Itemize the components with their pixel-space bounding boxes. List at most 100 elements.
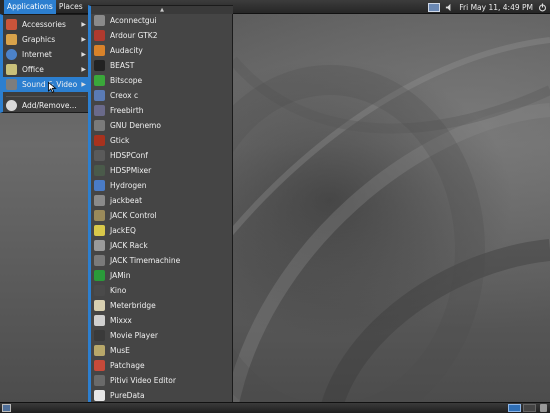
submenu-item-label: JACK Control [110, 211, 157, 220]
submenu-item-label: JACK Rack [110, 241, 148, 250]
applications-menu-button[interactable]: Applications [4, 0, 56, 14]
submenu-item-label: HDSPMixer [110, 166, 152, 175]
freebirth-icon [94, 105, 105, 116]
hdspconf-icon [94, 150, 105, 161]
submenu-item-label: PureData [110, 391, 145, 400]
show-desktop-icon[interactable] [2, 404, 11, 412]
submenu-item-label: Gtick [110, 136, 130, 145]
menu-item-office[interactable]: Office ▶ [3, 62, 90, 77]
submenu-item-jamin[interactable]: JAMin [91, 268, 233, 283]
jackeq-icon [94, 225, 105, 236]
submenu-item-puredata[interactable]: PureData [91, 388, 233, 403]
hydrogen-icon [94, 180, 105, 191]
clock[interactable]: Fri May 11, 4:49 PM [459, 3, 533, 12]
submenu-arrow-icon: ▶ [81, 51, 86, 58]
submenu-item-jackeq[interactable]: JackEQ [91, 223, 233, 238]
submenu-item-jackbeat[interactable]: jackbeat [91, 193, 233, 208]
jackbeat-icon [94, 195, 105, 206]
submenu-arrow-icon: ▶ [81, 36, 86, 43]
submenu-item-label: Pitivi Video Editor [110, 376, 176, 385]
submenu-item-bitscope[interactable]: Bitscope [91, 73, 233, 88]
submenu-item-hdspmixer[interactable]: HDSPMixer [91, 163, 233, 178]
gtick-icon [94, 135, 105, 146]
submenu-item-label: Hydrogen [110, 181, 147, 190]
submenu-item-ardour-gtk2[interactable]: Ardour GTK2 [91, 28, 233, 43]
audacity-icon [94, 45, 105, 56]
submenu-item-mixxx[interactable]: Mixxx [91, 313, 233, 328]
submenu-arrow-icon: ▶ [81, 66, 86, 73]
creox-icon [94, 90, 105, 101]
submenu-item-label: Ardour GTK2 [110, 31, 158, 40]
submenu-item-label: Creox c [110, 91, 139, 100]
submenu-item-label: JAMin [110, 271, 131, 280]
office-icon [6, 64, 17, 75]
submenu-item-label: Audacity [110, 46, 143, 55]
submenu-item-hdspconf[interactable]: HDSPConf [91, 148, 233, 163]
workspace-1[interactable] [508, 404, 521, 412]
meterbridge-icon [94, 300, 105, 311]
kino-icon [94, 285, 105, 296]
submenu-item-label: Movie Player [110, 331, 158, 340]
submenu-item-audacity[interactable]: Audacity [91, 43, 233, 58]
submenu-item-jack-rack[interactable]: JACK Rack [91, 238, 233, 253]
graphics-icon [6, 34, 17, 45]
submenu-item-label: Bitscope [110, 76, 143, 85]
places-menu-button[interactable]: Places [56, 0, 86, 14]
submenu-item-patchage[interactable]: Patchage [91, 358, 233, 373]
applications-menu: Accessories ▶ Graphics ▶ Internet ▶ Offi… [0, 14, 90, 113]
submenu-item-label: JackEQ [110, 226, 136, 235]
submenu-item-meterbridge[interactable]: Meterbridge [91, 298, 233, 313]
submenu-item-label: Meterbridge [110, 301, 156, 310]
trash-icon[interactable] [540, 404, 547, 412]
menu-item-accessories[interactable]: Accessories ▶ [3, 17, 90, 32]
top-panel: Applications Places Fri May 11, 4:49 PM [0, 0, 550, 14]
hdspmixer-icon [94, 165, 105, 176]
power-icon[interactable] [538, 2, 547, 12]
mouse-cursor-icon [48, 82, 57, 93]
submenu-item-label: Freebirth [110, 106, 144, 115]
network-monitor-icon[interactable] [428, 2, 441, 12]
submenu-item-pitivi-video-editor[interactable]: Pitivi Video Editor [91, 373, 233, 388]
submenu-item-label: Patchage [110, 361, 145, 370]
submenu-item-hydrogen[interactable]: Hydrogen [91, 178, 233, 193]
submenu-item-label: jackbeat [110, 196, 143, 205]
menu-item-internet[interactable]: Internet ▶ [3, 47, 90, 62]
submenu-item-movie-player[interactable]: Movie Player [91, 328, 233, 343]
submenu-item-freebirth[interactable]: Freebirth [91, 103, 233, 118]
menu-item-graphics[interactable]: Graphics ▶ [3, 32, 90, 47]
jack-rack-icon [94, 240, 105, 251]
submenu-item-label: MusE [110, 346, 130, 355]
workspace-2[interactable] [523, 404, 536, 412]
menu-item-add-remove[interactable]: Add/Remove... [3, 98, 90, 113]
menu-item-label: Internet [22, 50, 52, 59]
jamin-icon [94, 270, 105, 281]
ardour-icon [94, 30, 105, 41]
submenu-arrow-icon: ▶ [81, 81, 86, 88]
submenu-item-kino[interactable]: Kino [91, 283, 233, 298]
submenu-item-label: JACK Timemachine [110, 256, 181, 265]
submenu-item-label: Mixxx [110, 316, 132, 325]
submenu-item-muse[interactable]: MusE [91, 343, 233, 358]
submenu-item-beast[interactable]: BEAST [91, 58, 233, 73]
notification-area: Fri May 11, 4:49 PM [428, 0, 550, 14]
menu-item-sound-video[interactable]: Sound & Video ▶ [3, 77, 90, 92]
sound-video-icon [6, 79, 17, 90]
jack-control-icon [94, 210, 105, 221]
submenu-item-gnu-denemo[interactable]: GNU Denemo [91, 118, 233, 133]
submenu-item-label: BEAST [110, 61, 135, 70]
menu-item-label: Accessories [22, 20, 66, 29]
sound-video-submenu: ▲ Aconnectgui Ardour GTK2 Audacity BEAST Bit… [88, 5, 233, 410]
menu-item-label: Add/Remove... [22, 101, 77, 110]
jack-timemachine-icon [94, 255, 105, 266]
volume-icon[interactable] [445, 3, 454, 12]
menu-separator [6, 96, 86, 97]
submenu-item-label: Aconnectgui [110, 16, 157, 25]
submenu-item-aconnectgui[interactable]: Aconnectgui [91, 13, 233, 28]
mixxx-icon [94, 315, 105, 326]
denemo-icon [94, 120, 105, 131]
submenu-item-jack-timemachine[interactable]: JACK Timemachine [91, 253, 233, 268]
submenu-item-jack-control[interactable]: JACK Control [91, 208, 233, 223]
movie-player-icon [94, 330, 105, 341]
submenu-item-creox-c[interactable]: Creox c [91, 88, 233, 103]
submenu-item-gtick[interactable]: Gtick [91, 133, 233, 148]
